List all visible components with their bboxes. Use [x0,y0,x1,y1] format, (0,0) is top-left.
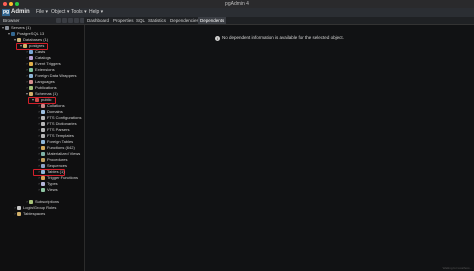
tab-dependents[interactable]: Dependents [198,17,227,24]
browser-label: Browser [3,18,20,23]
fts-parser-icon [41,128,45,132]
domain-icon [41,110,45,114]
type-icon [41,182,45,186]
fts-dictionary-icon [41,122,45,126]
view-icon [41,188,45,192]
publication-icon [29,86,33,90]
table-icon [41,170,45,174]
subscription-icon [29,200,33,204]
dependents-panel [85,25,474,271]
query-tool-icon[interactable] [56,18,61,23]
tab-statistics[interactable]: Statistics [148,17,166,24]
fts-configuration-icon [41,116,45,120]
tree-item-tablespaces[interactable]: › Tablespaces [13,211,81,217]
schema-icon [35,98,39,102]
menu-file[interactable]: File ▾ [36,8,48,17]
foreign-table-icon [41,140,45,144]
search-icon[interactable] [74,18,79,23]
function-icon [41,146,45,150]
view-data-icon[interactable] [62,18,67,23]
menu-help[interactable]: Help ▾ [89,8,103,17]
language-icon [29,80,33,84]
tree-item-views[interactable]: › Views [37,187,81,193]
pgadmin-logo: pg Admin [2,9,30,16]
fts-template-icon [41,134,45,138]
menu-object[interactable]: Object ▾ [51,8,69,17]
tab-properties[interactable]: Properties [113,17,134,24]
materialized-view-icon [41,152,45,156]
no-dependents-message: No dependent information is available fo… [222,35,344,40]
window-title: pgAdmin 4 [225,1,249,7]
catalog-icon [29,56,33,60]
info-icon: i [215,36,220,41]
event-trigger-icon [29,62,33,66]
logo-text: Admin [11,9,30,15]
extension-icon [29,68,33,72]
foreign-data-wrapper-icon [29,74,33,78]
procedure-icon [41,158,45,162]
cast-icon [29,50,33,54]
trigger-function-icon [41,176,45,180]
elephant-icon [11,32,15,36]
pg-logo-icon: pg [2,9,10,16]
servers-icon [5,26,9,30]
menu-tools[interactable]: Tools ▾ [71,8,87,17]
filter-icon[interactable] [68,18,73,23]
collation-icon [41,104,45,108]
tablespace-icon [17,212,21,216]
schema-icon [29,92,33,96]
tab-sql[interactable]: SQL [136,17,145,24]
database-icon [23,44,27,48]
status-text: Waiting for localhost... [442,266,472,270]
tab-dependencies[interactable]: Dependencies [170,17,199,24]
tab-dashboard[interactable]: Dashboard [87,17,109,24]
sequence-icon [41,164,45,168]
database-icon [17,38,21,42]
roles-icon [17,206,21,210]
